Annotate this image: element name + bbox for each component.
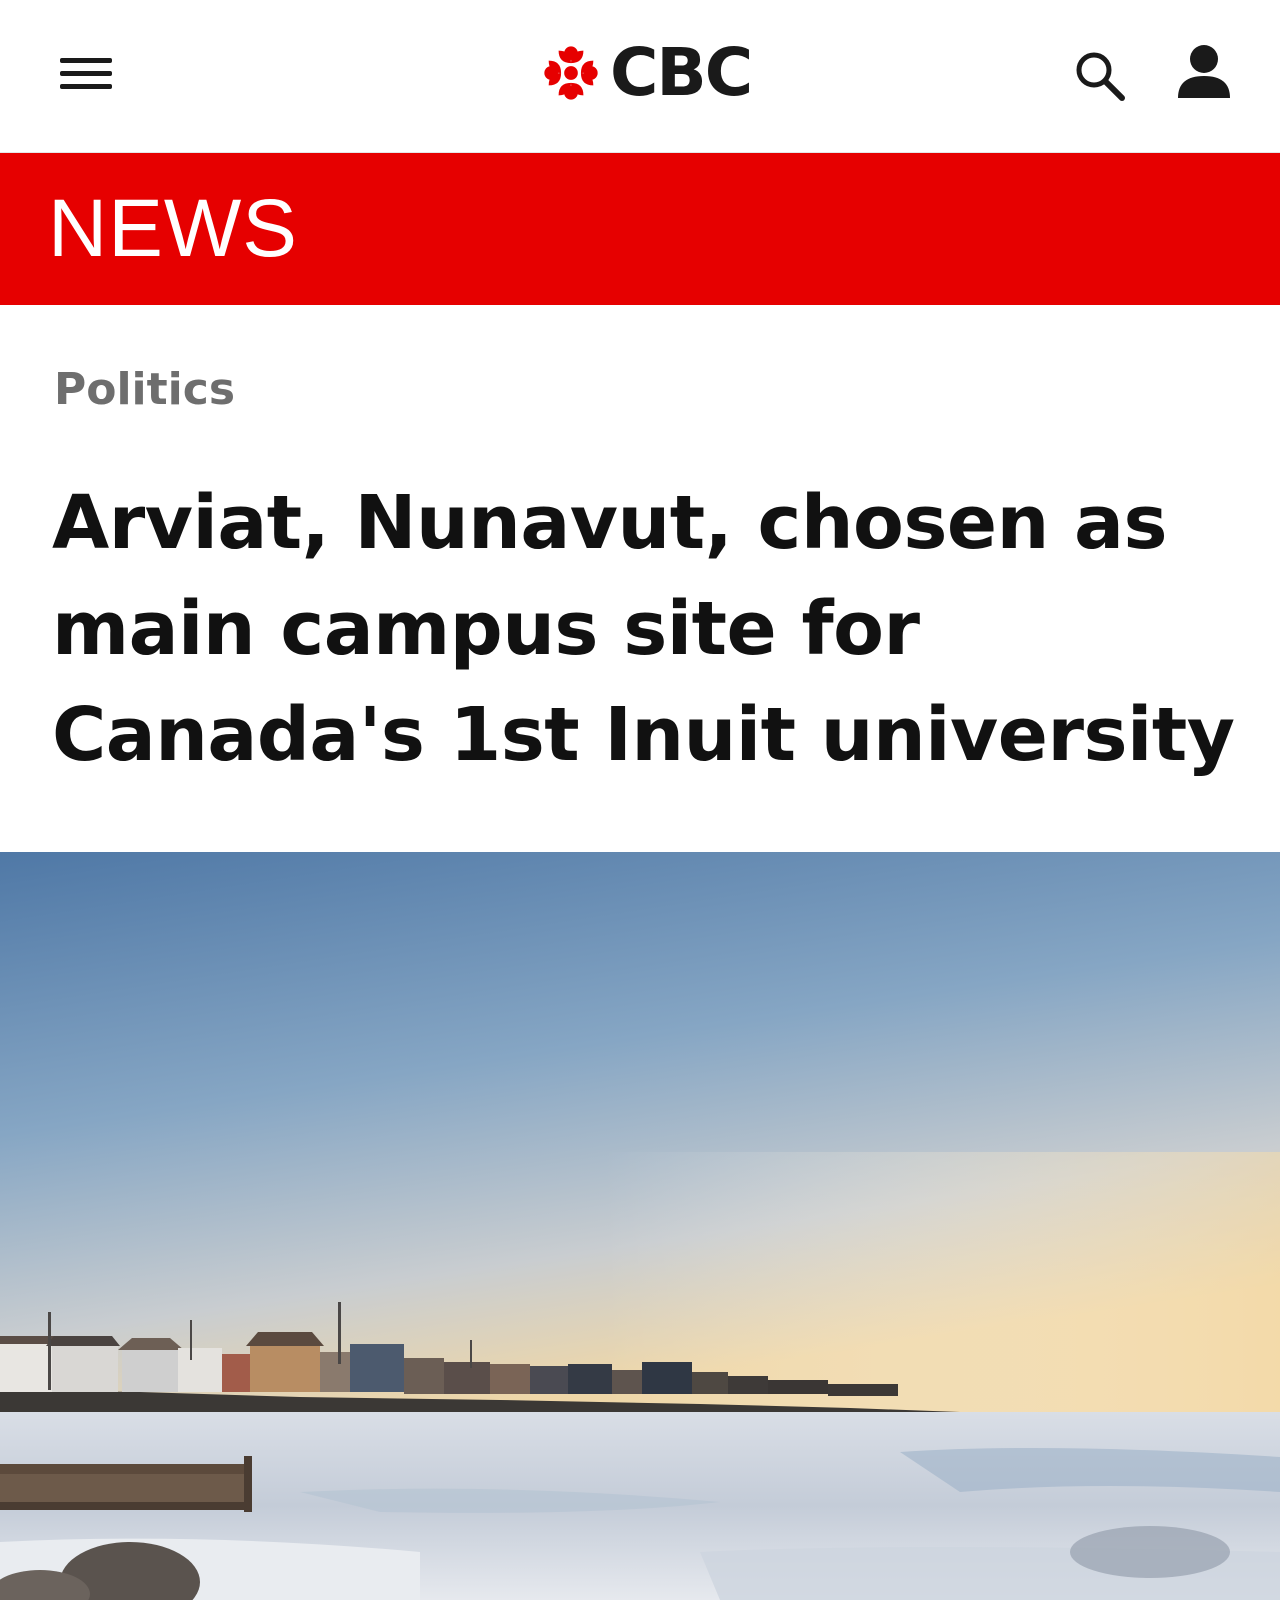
news-banner[interactable]: NEWS (0, 153, 1280, 305)
account-icon[interactable] (1176, 42, 1232, 102)
article-headline: Arviat, Nunavut, chosen as main campus s… (52, 480, 1235, 778)
search-icon[interactable] (1072, 48, 1128, 104)
brand-wordmark: CBC (610, 34, 753, 111)
section-link-politics[interactable]: Politics (54, 362, 235, 418)
cbc-logo[interactable]: CBC (540, 34, 753, 111)
news-section-label: NEWS (48, 183, 298, 274)
top-nav-bar: CBC (0, 0, 1280, 153)
photo-arctic-shoreline (0, 852, 1280, 1600)
hero-image (0, 852, 1280, 1600)
cbc-gem-icon (544, 46, 598, 100)
hamburger-menu-icon[interactable] (56, 48, 116, 102)
